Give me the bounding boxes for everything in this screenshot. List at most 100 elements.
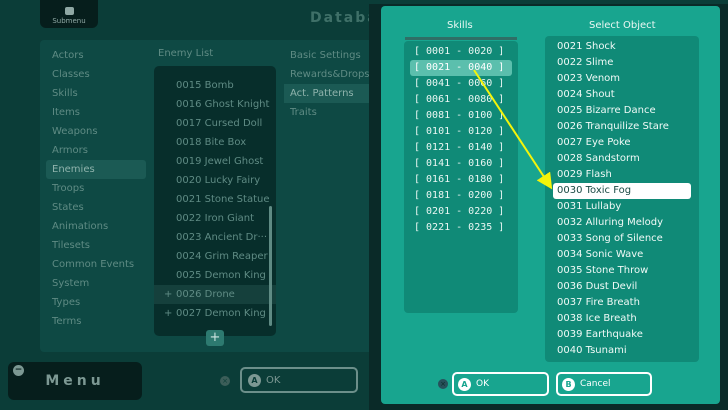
category-item[interactable]: Actors: [46, 46, 146, 65]
enemy-label: 0018 Bite Box: [176, 137, 247, 148]
skill-range-item[interactable]: [ 0201 - 0220 ]: [410, 204, 512, 220]
enemy-list-item[interactable]: 0018 Bite Box: [154, 133, 276, 152]
plus-icon: +: [164, 289, 173, 300]
enemy-label: 0021 Stone Statue: [176, 194, 270, 205]
enemy-list-item[interactable]: 0022 Iron Giant: [154, 209, 276, 228]
object-list-item[interactable]: 0038 Ice Breath: [553, 311, 691, 327]
enemy-label: 0019 Jewel Ghost: [176, 156, 264, 167]
enemy-list-item[interactable]: +0027 Demon King: [154, 304, 276, 323]
skill-range-item[interactable]: [ 0221 - 0235 ]: [410, 220, 512, 236]
object-list-item[interactable]: 0023 Venom: [553, 71, 691, 87]
enemy-list-header: Enemy List: [158, 48, 214, 59]
b-button-icon: B: [562, 377, 575, 391]
settings-tab[interactable]: Basic Settings: [284, 46, 374, 65]
skill-range-item[interactable]: [ 0161 - 0180 ]: [410, 172, 512, 188]
object-list-item[interactable]: 0035 Stone Throw: [553, 263, 691, 279]
select-object-title: Select Object: [589, 20, 656, 31]
enemy-list-item[interactable]: +0026 Drone: [154, 285, 276, 304]
minus-icon: −: [13, 365, 24, 376]
enemy-label: 0027 Demon King: [176, 308, 266, 319]
object-list-item[interactable]: 0021 Shock: [553, 39, 691, 55]
skill-range-item[interactable]: [ 0081 - 0100 ]: [410, 108, 512, 124]
enemy-list-item[interactable]: 0023 Ancient Dr···: [154, 228, 276, 247]
skill-range-item[interactable]: [ 0101 - 0120 ]: [410, 124, 512, 140]
object-list-item[interactable]: 0029 Flash: [553, 167, 691, 183]
enemy-list-item[interactable]: 0021 Stone Statue: [154, 190, 276, 209]
object-list-item[interactable]: 0036 Dust Devil: [553, 279, 691, 295]
skill-range-item[interactable]: [ 0041 - 0060 ]: [410, 76, 512, 92]
category-item[interactable]: Classes: [46, 65, 146, 84]
category-item[interactable]: Tilesets: [46, 236, 146, 255]
object-list-item[interactable]: 0034 Sonic Wave: [553, 247, 691, 263]
object-list-item[interactable]: 0033 Song of Silence: [553, 231, 691, 247]
category-item[interactable]: Items: [46, 103, 146, 122]
enemy-label: 0020 Lucky Fairy: [176, 175, 261, 186]
enemy-list-scrollbar[interactable]: [269, 206, 272, 326]
add-enemy-button[interactable]: +: [206, 330, 224, 346]
enemy-list-item[interactable]: 0019 Jewel Ghost: [154, 152, 276, 171]
object-list-item[interactable]: 0025 Bizarre Dance: [553, 103, 691, 119]
category-list: Actors Classes Skills Items Weapons Armors Ene…: [46, 46, 146, 331]
enemy-list-item[interactable]: 0015 Bomb: [154, 76, 276, 95]
skill-range-item[interactable]: [ 0141 - 0160 ]: [410, 156, 512, 172]
object-list-item[interactable]: 0024 Shout: [553, 87, 691, 103]
x-icon: ×: [220, 376, 230, 386]
skill-range-item[interactable]: [ 0061 - 0080 ]: [410, 92, 512, 108]
category-item[interactable]: Types: [46, 293, 146, 312]
enemy-settings-tabs: Basic Settings Rewards&Drops Act. Patterns…: [284, 46, 374, 122]
ok-button[interactable]: A OK: [452, 372, 549, 396]
category-item[interactable]: Terms: [46, 312, 146, 331]
object-list-item[interactable]: 0031 Lullaby: [553, 199, 691, 215]
object-list-item[interactable]: 0022 Slime: [553, 55, 691, 71]
enemy-list-item[interactable]: 0020 Lucky Fairy: [154, 171, 276, 190]
submenu-icon: [64, 7, 74, 15]
enemy-label: 0015 Bomb: [176, 80, 234, 91]
ok-label: OK: [476, 379, 489, 389]
category-item[interactable]: Weapons: [46, 122, 146, 141]
category-item[interactable]: Skills: [46, 84, 146, 103]
enemy-list-item[interactable]: 0016 Ghost Knight: [154, 95, 276, 114]
object-list-item[interactable]: 0040 Tsunami: [553, 343, 691, 359]
submenu-button[interactable]: Submenu: [40, 0, 98, 28]
background-ok-button[interactable]: A OK: [240, 367, 358, 393]
settings-tab[interactable]: Traits: [284, 103, 374, 122]
enemy-list-item[interactable]: 0024 Grim Reaper: [154, 247, 276, 266]
object-list-item[interactable]: 0030 Toxic Fog: [553, 183, 691, 199]
cancel-button[interactable]: B Cancel: [556, 372, 652, 396]
skill-range-item[interactable]: [ 0021 - 0040 ]: [410, 60, 512, 76]
enemy-label: 0026 Drone: [176, 289, 235, 300]
x-icon: ×: [438, 379, 448, 389]
skills-column-title: Skills: [447, 20, 473, 31]
category-item[interactable]: Troops: [46, 179, 146, 198]
category-item[interactable]: States: [46, 198, 146, 217]
plus-icon: +: [164, 308, 173, 319]
category-item[interactable]: System: [46, 274, 146, 293]
settings-tab[interactable]: Rewards&Drops: [284, 65, 374, 84]
object-list-item[interactable]: 0026 Tranquilize Stare: [553, 119, 691, 135]
object-list-item[interactable]: 0037 Fire Breath: [553, 295, 691, 311]
skill-range-item[interactable]: [ 0121 - 0140 ]: [410, 140, 512, 156]
category-item[interactable]: Animations: [46, 217, 146, 236]
category-item[interactable]: Common Events: [46, 255, 146, 274]
object-list-item[interactable]: 0027 Eye Poke: [553, 135, 691, 151]
a-button-icon: A: [458, 377, 471, 391]
menu-button[interactable]: − Menu: [8, 362, 142, 400]
background-ok-label: OK: [266, 374, 281, 386]
skill-range-item[interactable]: [ 0001 - 0020 ]: [410, 44, 512, 60]
enemy-list-item[interactable]: 0017 Cursed Doll: [154, 114, 276, 133]
submenu-label: Submenu: [52, 17, 86, 25]
menu-label: Menu: [45, 373, 105, 389]
enemy-list: 0015 Bomb 0016 Ghost Knight 0017 Cursed Do…: [154, 66, 276, 336]
settings-tab[interactable]: Act. Patterns: [284, 84, 374, 103]
category-item[interactable]: Enemies: [46, 160, 146, 179]
enemy-label: 0023 Ancient Dr···: [176, 232, 268, 243]
enemy-list-item[interactable]: 0025 Demon King: [154, 266, 276, 285]
category-item[interactable]: Armors: [46, 141, 146, 160]
enemy-label: 0022 Iron Giant: [176, 213, 255, 224]
enemy-label: 0017 Cursed Doll: [176, 118, 263, 129]
object-list-item[interactable]: 0039 Earthquake: [553, 327, 691, 343]
object-list-item[interactable]: 0032 Alluring Melody: [553, 215, 691, 231]
skill-range-item[interactable]: [ 0181 - 0200 ]: [410, 188, 512, 204]
enemy-label: 0025 Demon King: [176, 270, 266, 281]
object-list-item[interactable]: 0028 Sandstorm: [553, 151, 691, 167]
